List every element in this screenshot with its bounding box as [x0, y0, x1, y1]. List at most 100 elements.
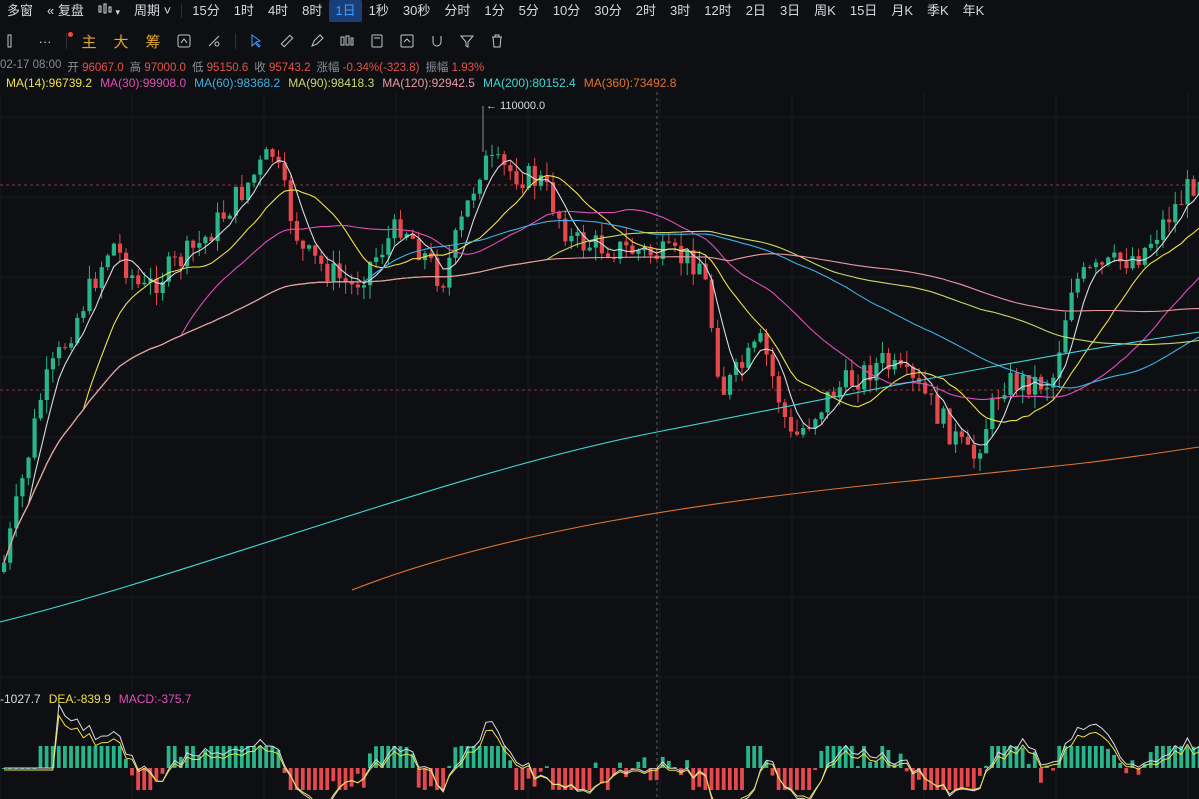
period-tab-16[interactable]: 3时 [663, 0, 697, 22]
period-tab-2[interactable]: 周期 ˅ [127, 0, 178, 22]
refresh-icon[interactable] [169, 29, 199, 53]
ma200-line [0, 331, 1199, 623]
candle-up [1008, 372, 1013, 396]
candle-down [288, 180, 293, 222]
period-tab-11[interactable]: 1分 [477, 0, 511, 22]
period-tab-9[interactable]: 30秒 [396, 0, 437, 22]
macd-bar-up [1008, 746, 1013, 768]
period-tab-12[interactable]: 5分 [512, 0, 546, 22]
macd-bar-up [398, 746, 403, 768]
candle-up [496, 154, 501, 156]
note-icon[interactable] [392, 29, 422, 53]
candle-up [258, 159, 263, 175]
candle-up [14, 496, 19, 529]
period-tab-8[interactable]: 1秒 [362, 0, 396, 22]
period-tab-23[interactable]: 季K [920, 0, 956, 22]
macd-bar-down [959, 768, 964, 790]
macd-bar-up [508, 760, 513, 768]
trash-icon[interactable] [482, 29, 512, 53]
macd-bar-up [868, 761, 872, 768]
macd-bar-down [795, 768, 799, 790]
ma-legend-item-1: MA(30):99908.0 [100, 76, 187, 90]
macd-bar-up [166, 746, 171, 768]
macd-bar-down [307, 768, 311, 790]
candles-icon[interactable] [332, 29, 362, 53]
period-tab-0[interactable]: 多窗 [0, 0, 40, 22]
macd-bar-up [252, 746, 256, 768]
candle-down [788, 417, 794, 432]
period-tab-22[interactable]: 月K [884, 0, 920, 22]
macd-bar-down [770, 768, 775, 776]
period-tab-5[interactable]: 4时 [261, 0, 295, 22]
candle-down [782, 402, 787, 418]
macd-bar-down [734, 768, 738, 790]
period-tab-14[interactable]: 30分 [587, 0, 628, 22]
cursor-select-icon[interactable] [242, 29, 272, 53]
period-tab-20[interactable]: 周K [807, 0, 843, 22]
calculator-icon[interactable] [362, 29, 392, 53]
candle-down [1087, 267, 1092, 269]
magnet-icon[interactable] [422, 29, 452, 53]
candle-up [111, 243, 116, 256]
period-tab-1[interactable]: « 复盘 [40, 0, 91, 22]
macd-bar-down [416, 768, 421, 788]
macd-bar-up [477, 746, 482, 768]
period-tab-4[interactable]: 1时 [227, 0, 261, 22]
period-tab-6[interactable]: 8时 [295, 0, 329, 22]
period-tab-24[interactable]: 年K [956, 0, 992, 22]
chips-button[interactable]: 筹 [137, 29, 169, 53]
ma360-line [351, 446, 1199, 591]
period-tab-3[interactable]: 15分 [185, 0, 226, 22]
big-button[interactable]: 大 [105, 29, 137, 53]
candle-up [2, 562, 7, 572]
period-tab-7[interactable]: 1日 [329, 0, 362, 22]
period-tab-21[interactable]: 15日 [843, 0, 884, 22]
candle-up [374, 257, 379, 262]
macd-bar-down [727, 768, 732, 790]
period-tab-13[interactable]: 10分 [546, 0, 587, 22]
macd-bar-up [99, 746, 104, 768]
candle-up [819, 412, 824, 420]
candle-down [508, 165, 513, 172]
macd-bar-up [447, 765, 452, 768]
macd-dif: -1027.7 [0, 692, 41, 706]
candle-up [477, 179, 482, 194]
candle-up [1185, 179, 1190, 205]
filter-icon[interactable] [452, 29, 482, 53]
macd-bar-up [221, 746, 226, 768]
macd-bar-down [1124, 768, 1129, 774]
macd-bar-down [160, 768, 165, 774]
macd-bar-up [246, 746, 250, 768]
main-indicator-button[interactable]: 主 [73, 29, 105, 53]
chips-label: 筹 [145, 33, 161, 51]
candle-up [984, 429, 989, 454]
macd-bar-down [130, 768, 134, 776]
macd-bar-down [813, 768, 818, 771]
chart-type-icon[interactable]: ▾ [91, 0, 127, 22]
ma-legend: MA(14):96739.2 MA(30):99908.0 MA(60):98368… [6, 76, 676, 92]
candle-up [953, 431, 958, 445]
macd-bar-up [1020, 747, 1025, 768]
macd-bar-up [258, 746, 262, 768]
period-tab-17[interactable]: 12时 [697, 0, 738, 22]
macd-bar-up [746, 746, 750, 768]
pen-icon[interactable] [302, 29, 332, 53]
period-tab-10[interactable]: 分时 [437, 0, 477, 22]
macd-bar-down [313, 768, 317, 790]
candle-down [93, 278, 98, 289]
period-tab-19[interactable]: 3日 [773, 0, 807, 22]
sidebar-toggle-icon[interactable] [0, 29, 30, 53]
candle-up [1081, 267, 1086, 279]
more-menu-button[interactable]: ··· [30, 29, 73, 53]
candle-up [87, 278, 92, 312]
candle-up [38, 399, 43, 419]
ruler-icon[interactable] [272, 29, 302, 53]
macd-bar-down [422, 768, 427, 790]
eraser-icon[interactable] [199, 29, 229, 53]
main-label: 主 [81, 33, 97, 51]
period-tab-15[interactable]: 2时 [629, 0, 663, 22]
period-tab-18[interactable]: 2日 [739, 0, 773, 22]
candle-down [441, 286, 446, 288]
candle-up [1045, 387, 1050, 390]
macd-bar-up [1173, 746, 1177, 768]
